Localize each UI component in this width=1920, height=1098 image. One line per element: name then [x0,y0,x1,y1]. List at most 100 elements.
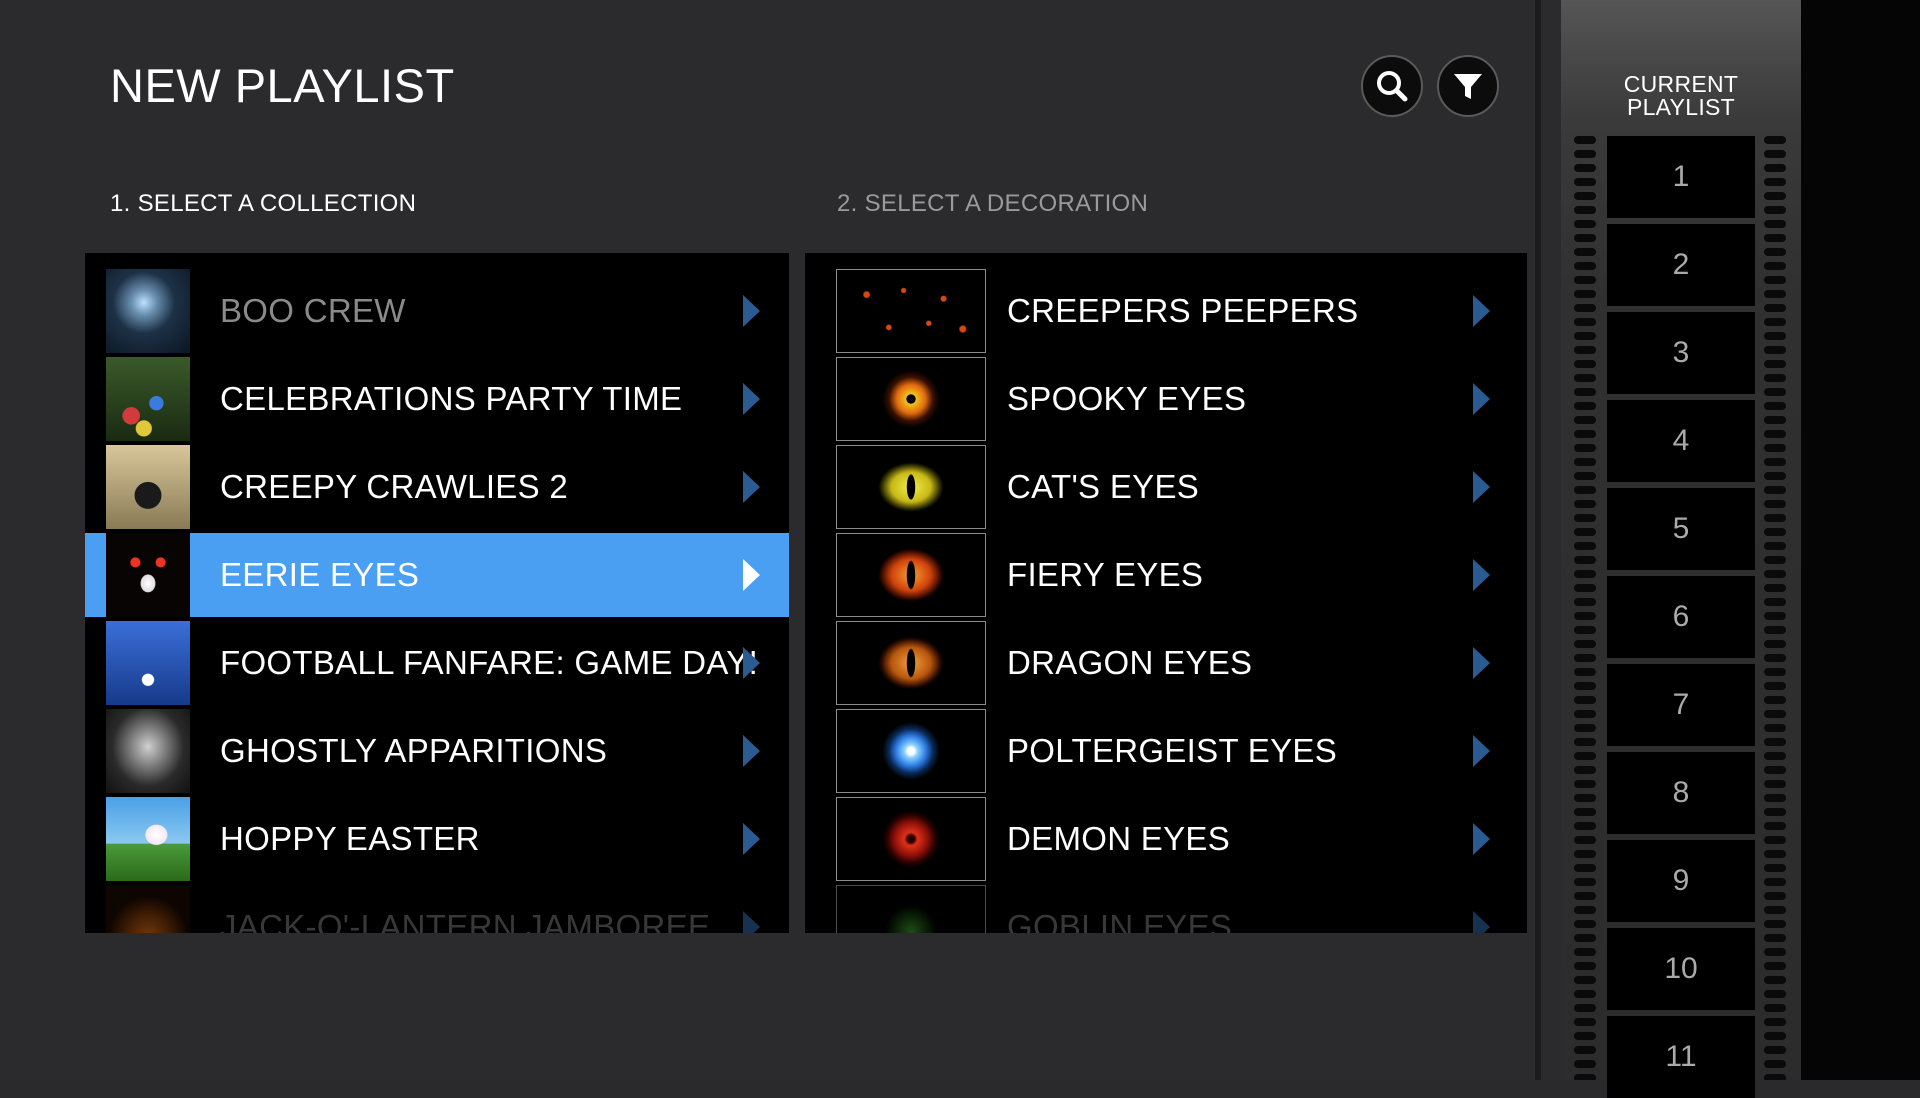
chevron-right-icon [1473,647,1490,679]
collection-row-eerie-eyes[interactable]: EERIE EYES [85,533,789,617]
sprocket-hole [1764,220,1786,228]
sprocket-hole [1764,794,1786,802]
decoration-row-poltergeist-eyes[interactable]: POLTERGEIST EYES [805,709,1527,793]
sprocket-hole [1764,934,1786,942]
sprocket-hole [1574,276,1596,284]
collection-label: JACK-O'-LANTERN JAMBOREE [220,908,711,933]
sprocket-hole [1574,416,1596,424]
sprocket-hole [1764,962,1786,970]
sprocket-hole [1574,318,1596,326]
sprocket-hole [1574,584,1596,592]
search-button[interactable] [1361,55,1423,117]
filter-button[interactable] [1437,55,1499,117]
collection-row-football[interactable]: FOOTBALL FANFARE: GAME DAY! [85,621,789,705]
collection-list[interactable]: BOO CREW CELEBRATIONS PARTY TIME CREEPY … [85,253,789,933]
sprocket-hole [1574,430,1596,438]
sprocket-hole [1574,710,1596,718]
slot-number: 11 [1665,1040,1697,1073]
collection-thumbnail [106,797,190,881]
collection-thumbnail [106,357,190,441]
collection-row-boo-crew[interactable]: BOO CREW [85,269,789,353]
sprocket-hole [1574,528,1596,536]
collection-label: HOPPY EASTER [220,820,480,857]
sprocket-hole [1764,1032,1786,1040]
playlist-slot[interactable]: 5 [1607,488,1755,570]
decoration-thumbnail [836,885,986,933]
sprocket-hole [1764,598,1786,606]
playlist-slot[interactable]: 9 [1607,840,1755,922]
sprocket-hole [1574,304,1596,312]
sprocket-hole [1764,766,1786,774]
collection-label: BOO CREW [220,292,406,329]
playlist-slot[interactable]: 3 [1607,312,1755,394]
film-sprocket-holes-left [1574,136,1596,1080]
decoration-row-dragon-eyes[interactable]: DRAGON EYES [805,621,1527,705]
decoration-row-goblin-eyes[interactable]: GOBLIN EYES [805,885,1527,933]
chevron-right-icon [743,735,760,767]
sprocket-hole [1574,346,1596,354]
sprocket-hole [1574,542,1596,550]
sprocket-hole [1764,318,1786,326]
current-playlist-title: CURRENT PLAYLIST [1561,73,1801,119]
decoration-row-spooky-eyes[interactable]: SPOOKY EYES [805,357,1527,441]
playlist-slot[interactable]: 7 [1607,664,1755,746]
collection-thumbnail [106,885,190,933]
sprocket-hole [1574,556,1596,564]
collection-thumbnail [106,621,190,705]
sprocket-hole [1764,626,1786,634]
collection-row-creepy-crawlies[interactable]: CREEPY CRAWLIES 2 [85,445,789,529]
decoration-list[interactable]: CREEPERS PEEPERS SPOOKY EYES CAT'S EYES … [805,253,1527,933]
sprocket-hole [1574,612,1596,620]
sprocket-hole [1574,752,1596,760]
sprocket-hole [1764,500,1786,508]
sprocket-hole [1574,962,1596,970]
chevron-right-icon [1473,559,1490,591]
decoration-label: SPOOKY EYES [1007,380,1247,417]
sprocket-hole [1574,836,1596,844]
decoration-row-cats-eyes[interactable]: CAT'S EYES [805,445,1527,529]
decoration-row-creepers-peepers[interactable]: CREEPERS PEEPERS [805,269,1527,353]
decoration-thumbnail [836,533,986,617]
sprocket-hole [1574,178,1596,186]
sprocket-hole [1574,696,1596,704]
slot-number: 1 [1672,160,1690,193]
sprocket-hole [1574,906,1596,914]
collection-row-jack-o-lantern[interactable]: JACK-O'-LANTERN JAMBOREE [85,885,789,933]
decoration-label: POLTERGEIST EYES [1007,732,1338,769]
sprocket-hole [1574,234,1596,242]
sprocket-hole [1764,1046,1786,1054]
playlist-slot[interactable]: 6 [1607,576,1755,658]
sprocket-hole [1764,584,1786,592]
playlist-slot[interactable]: 1 [1607,136,1755,218]
collection-row-ghostly[interactable]: GHOSTLY APPARITIONS [85,709,789,793]
slot-number: 5 [1672,512,1690,545]
decoration-row-fiery-eyes[interactable]: FIERY EYES [805,533,1527,617]
sprocket-hole [1764,752,1786,760]
decoration-thumbnail [836,269,986,353]
screen-edge [1801,0,1920,1080]
playlist-slot[interactable]: 2 [1607,224,1755,306]
playlist-slot[interactable]: 4 [1607,400,1755,482]
playlist-slot[interactable]: 8 [1607,752,1755,834]
sprocket-hole [1764,1004,1786,1012]
playlist-slot[interactable]: 11 [1607,1016,1755,1098]
sprocket-hole [1574,598,1596,606]
collection-row-hoppy-easter[interactable]: HOPPY EASTER [85,797,789,881]
sprocket-hole [1574,1032,1596,1040]
decoration-label: GOBLIN EYES [1007,908,1233,933]
collection-row-celebrations[interactable]: CELEBRATIONS PARTY TIME [85,357,789,441]
sprocket-hole [1764,906,1786,914]
sprocket-hole [1764,682,1786,690]
slot-number: 10 [1664,952,1698,985]
sprocket-hole [1764,290,1786,298]
playlist-slot[interactable]: 10 [1607,928,1755,1010]
sprocket-hole [1574,374,1596,382]
slot-number: 6 [1672,600,1690,633]
slot-number: 7 [1672,688,1690,721]
decoration-thumbnail [836,445,986,529]
sprocket-hole [1574,262,1596,270]
decoration-row-demon-eyes[interactable]: DEMON EYES [805,797,1527,881]
sprocket-hole [1764,346,1786,354]
sprocket-hole [1574,472,1596,480]
collection-label: EERIE EYES [220,556,420,593]
